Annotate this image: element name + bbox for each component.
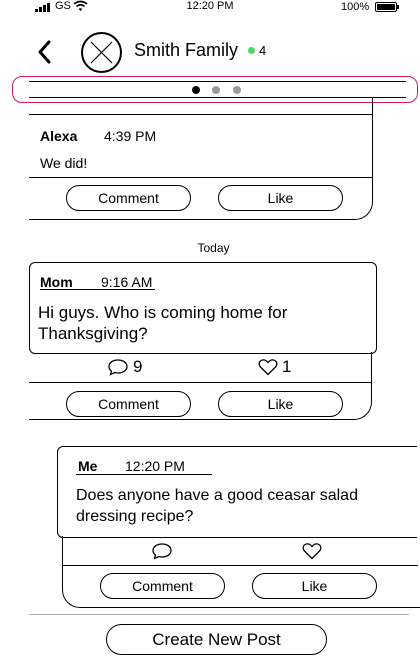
date-separator: Today (197, 241, 230, 255)
divider (29, 114, 373, 115)
post-text-line: dressing recipe? (76, 508, 194, 525)
page-dot-active[interactable] (192, 86, 200, 94)
group-avatar[interactable] (81, 32, 122, 73)
post-text: Hi guys. Who is coming home for Thanksgi… (38, 302, 287, 344)
post-text-line: Thanksgiving? (38, 324, 148, 343)
post-time: 9:16 AM (101, 274, 153, 290)
battery-icon (375, 2, 397, 12)
divider (29, 382, 372, 383)
like-button[interactable]: Like (252, 573, 377, 599)
comment-count-value: 9 (133, 357, 143, 376)
comment-button[interactable]: Comment (66, 391, 191, 417)
footer-divider (29, 614, 409, 615)
heart-icon (258, 359, 278, 376)
post-author: Me (78, 458, 98, 474)
author-underline (76, 474, 212, 475)
comment-button[interactable]: Comment (100, 573, 225, 599)
create-new-post-button[interactable]: Create New Post (106, 624, 327, 655)
post-text: Does anyone have a good ceasar salad dre… (76, 485, 358, 527)
post-text-line: Does anyone have a good ceasar salad (76, 487, 358, 504)
post-time: 4:39 PM (104, 128, 157, 144)
page-dot[interactable] (212, 86, 220, 94)
divider (29, 177, 373, 178)
author-underline (40, 289, 155, 290)
like-count[interactable]: 1 (258, 357, 291, 377)
back-chevron-icon[interactable] (35, 38, 57, 66)
group-title: Smith Family (134, 40, 239, 60)
online-count: 4 (259, 43, 267, 58)
battery-percent: 100% (341, 1, 370, 13)
speech-bubble-icon[interactable] (151, 542, 173, 560)
like-count-value: 1 (282, 357, 292, 376)
like-button[interactable]: Like (218, 391, 343, 417)
heart-icon[interactable] (302, 542, 322, 560)
avatar-placeholder-icon (90, 41, 113, 64)
post-author: Alexa (40, 128, 78, 144)
like-button[interactable]: Like (218, 185, 343, 211)
speech-bubble-icon (108, 359, 128, 376)
post-text-line: Hi guys. Who is coming home for (38, 303, 288, 322)
comment-count[interactable]: 9 (107, 357, 142, 377)
divider (62, 565, 418, 566)
post-text: We did! (40, 155, 88, 171)
page-dot[interactable] (233, 86, 241, 94)
divider (29, 81, 406, 82)
post-author: Mom (40, 274, 73, 290)
status-bar: GS 12:20 PM 100% (0, 0, 420, 14)
online-status-dot (248, 47, 255, 54)
comment-button[interactable]: Comment (66, 185, 191, 211)
battery-tip (397, 5, 399, 9)
post-time: 12:20 PM (125, 458, 185, 474)
